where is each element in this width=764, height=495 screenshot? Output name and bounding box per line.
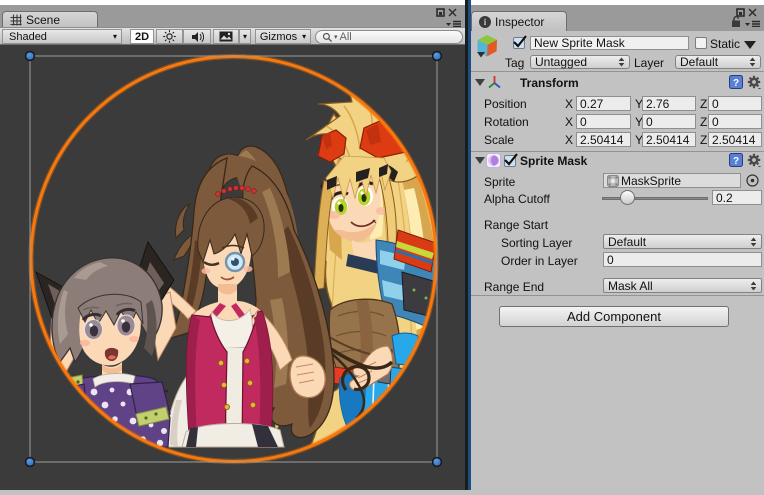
svg-text:?: ? [733, 78, 739, 89]
svg-text:?: ? [733, 156, 739, 167]
